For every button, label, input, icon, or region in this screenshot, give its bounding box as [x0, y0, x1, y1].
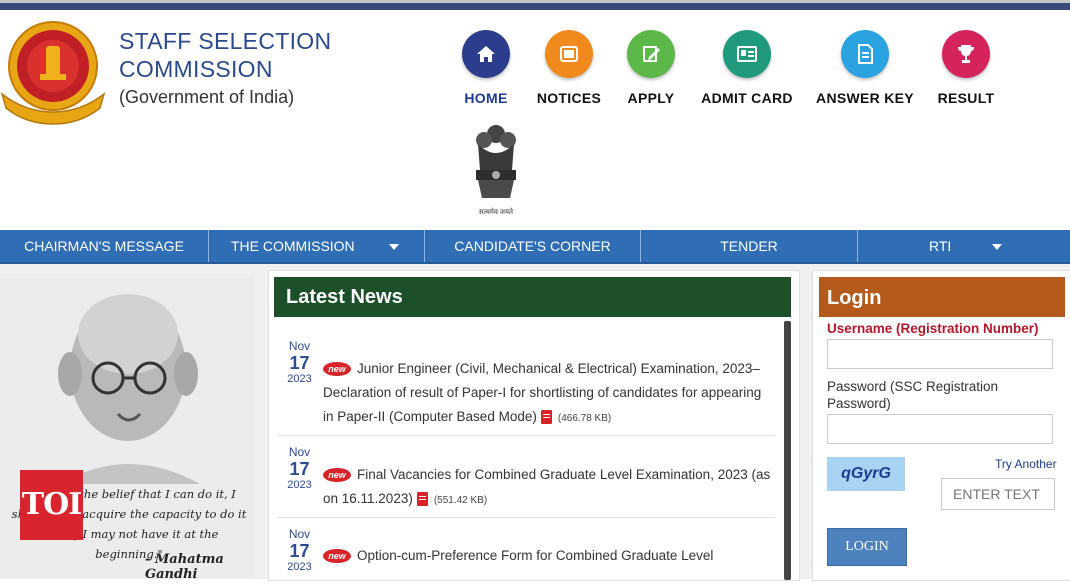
news-text-block: new Final Vacancies for Combined Graduate… — [323, 463, 773, 513]
password-label: Password (SSC Registration Password) — [827, 379, 999, 411]
site-header: STAFF SELECTION COMMISSION (Government o… — [0, 10, 1070, 230]
menu-rti-label: RTI — [929, 238, 952, 254]
new-badge-icon: new — [323, 362, 351, 377]
login-panel: Login Username (Registration Number) Pas… — [812, 270, 1070, 581]
org-line-2: COMMISSION — [119, 56, 273, 82]
menu-the-commission[interactable]: THE COMMISSION — [209, 230, 425, 262]
news-text-block: new Option-cum-Preference Form for Combin… — [323, 544, 773, 568]
nav-admit-card-label: ADMIT CARD — [701, 90, 793, 106]
news-day: 17 — [289, 459, 310, 479]
password-input[interactable] — [827, 414, 1053, 444]
news-item[interactable]: Nov 17 2023 new Option-cum-Preference For… — [277, 527, 775, 587]
login-button[interactable]: LOGIN — [827, 528, 907, 566]
new-badge-icon: new — [323, 549, 351, 564]
username-label: Username (Registration Number) — [827, 321, 1039, 336]
nav-apply[interactable]: APPLY — [596, 30, 706, 106]
nav-result-label: RESULT — [937, 90, 995, 106]
pdf-icon[interactable] — [540, 410, 552, 425]
org-line-1: STAFF SELECTION — [119, 28, 332, 54]
menu-candidates-corner-label: CANDIDATE'S CORNER — [454, 238, 611, 254]
national-emblem: सत्यमेव जयते — [466, 122, 526, 222]
menu-the-commission-label: THE COMMISSION — [231, 238, 355, 254]
news-month: Nov — [288, 527, 311, 541]
nav-admit-card[interactable]: ADMIT CARD — [692, 30, 802, 106]
nav-answer-key-label: ANSWER KEY — [816, 90, 914, 106]
new-badge-icon: new — [323, 468, 351, 483]
news-link[interactable]: Final Vacancies for Combined Graduate Le… — [323, 467, 770, 506]
menu-candidates-corner[interactable]: CANDIDATE'S CORNER — [425, 230, 641, 262]
nav-result[interactable]: RESULT — [911, 30, 1021, 106]
menu-tender-label: TENDER — [720, 238, 778, 254]
main-menu: CHAIRMAN'S MESSAGE THE COMMISSION CANDID… — [0, 230, 1070, 264]
apply-icon — [627, 30, 675, 78]
news-day: 17 — [289, 353, 310, 373]
news-text-block: new Junior Engineer (Civil, Mechanical & … — [323, 357, 773, 431]
news-date: Nov 17 2023 — [277, 339, 322, 385]
latest-news-title: Latest News — [286, 286, 403, 308]
captcha-input[interactable] — [941, 478, 1055, 510]
org-subtitle: (Government of India) — [119, 87, 295, 107]
news-year: 2023 — [287, 479, 312, 491]
menu-chairmans-message[interactable]: CHAIRMAN'S MESSAGE — [0, 230, 209, 262]
file-size: (466.78 KB) — [557, 413, 612, 424]
news-date: Nov 17 2023 — [277, 445, 322, 491]
news-item[interactable]: Nov 17 2023 new Junior Engineer (Civil, M… — [277, 339, 775, 436]
organization-name: STAFF SELECTION COMMISSION (Government o… — [119, 27, 331, 108]
try-another-link[interactable]: Try Another — [995, 457, 1057, 471]
menu-tender[interactable]: TENDER — [641, 230, 858, 262]
answer-key-icon — [841, 30, 889, 78]
nav-apply-label: APPLY — [627, 90, 675, 106]
username-input[interactable] — [827, 339, 1053, 369]
news-year: 2023 — [287, 561, 312, 573]
chevron-down-icon — [992, 244, 1002, 250]
latest-news-panel: Latest News Nov 17 2023 new Junior Engine… — [268, 270, 800, 581]
nav-answer-key[interactable]: ANSWER KEY — [810, 30, 920, 106]
chevron-down-icon — [389, 244, 399, 250]
news-year: 2023 — [287, 373, 312, 385]
home-icon — [462, 30, 510, 78]
news-link[interactable]: Option-cum-Preference Form for Combined … — [357, 548, 713, 563]
file-size: (551.42 KB) — [433, 495, 488, 506]
menu-rti[interactable]: RTI — [858, 230, 1070, 262]
login-header: Login — [819, 277, 1065, 317]
lion-capital-icon — [476, 125, 516, 198]
top-strip — [0, 0, 1070, 10]
news-day: 17 — [289, 541, 310, 561]
captcha-image: qGyrG — [827, 457, 905, 491]
menu-chairmans-message-label: CHAIRMAN'S MESSAGE — [24, 238, 184, 254]
news-month: Nov — [288, 339, 311, 353]
admit-card-icon — [723, 30, 771, 78]
gandhi-portrait — [0, 274, 254, 484]
quote-author: - Mahatma Gandhi — [145, 552, 224, 579]
result-icon — [942, 30, 990, 78]
notices-icon — [545, 30, 593, 78]
emblem-caption: सत्यमेव जयते — [478, 209, 514, 216]
login-title: Login — [827, 287, 882, 309]
news-date: Nov 17 2023 — [277, 527, 322, 573]
ssc-logo[interactable] — [0, 16, 106, 128]
toi-watermark: TOI — [20, 470, 83, 540]
latest-news-header: Latest News — [274, 277, 791, 317]
news-scrollbar[interactable] — [784, 321, 791, 580]
news-month: Nov — [288, 445, 311, 459]
news-item[interactable]: Nov 17 2023 new Final Vacancies for Combi… — [277, 445, 775, 518]
pdf-icon[interactable] — [416, 492, 428, 507]
